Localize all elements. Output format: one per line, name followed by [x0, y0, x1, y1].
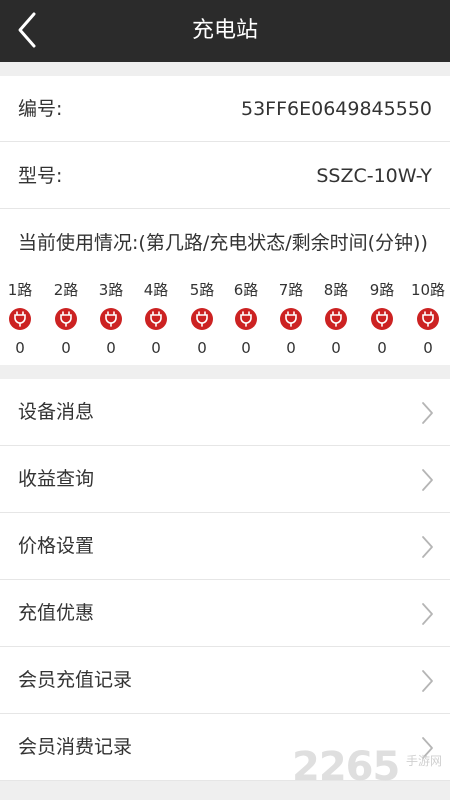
- port-name: 6路: [233, 281, 259, 299]
- port-name: 8路: [323, 281, 349, 299]
- serial-label: 编号:: [18, 98, 63, 120]
- menu-item-price-settings[interactable]: 价格设置: [0, 513, 450, 580]
- port-remaining-time: 0: [61, 339, 71, 357]
- power-plug-icon: [280, 308, 302, 330]
- port-name: 9路: [369, 281, 395, 299]
- port-item: 2路 0: [44, 278, 88, 359]
- port-name: 5路: [189, 281, 215, 299]
- chevron-right-icon: [422, 402, 433, 424]
- port-name: 4路: [143, 281, 169, 299]
- watermark-digits: 2265: [292, 744, 400, 790]
- port-remaining-time: 0: [106, 339, 116, 357]
- model-value: SSZC-10W-Y: [316, 165, 432, 187]
- port-item: 10路 0: [406, 278, 450, 359]
- port-item: 1路 0: [0, 278, 42, 359]
- port-item: 3路 0: [89, 278, 133, 359]
- serial-row: 编号: 53FF6E0649845550: [0, 76, 450, 142]
- power-plug-icon: [100, 308, 122, 330]
- menu-item-recharge-offers[interactable]: 充值优惠: [0, 580, 450, 647]
- menu-item-member-recharge-records[interactable]: 会员充值记录: [0, 647, 450, 714]
- power-plug-icon: [235, 308, 257, 330]
- port-item: 4路 0: [134, 278, 178, 359]
- port-remaining-time: 0: [423, 339, 433, 357]
- port-remaining-time: 0: [197, 339, 207, 357]
- menu-item-label: 收益查询: [18, 468, 95, 490]
- menu-item-device-messages[interactable]: 设备消息: [0, 379, 450, 446]
- port-remaining-time: 0: [241, 339, 251, 357]
- page-title: 充电站: [191, 18, 258, 43]
- port-item: 6路 0: [224, 278, 268, 359]
- menu-item-label: 会员消费记录: [18, 736, 133, 758]
- port-remaining-time: 0: [377, 339, 387, 357]
- power-plug-icon: [325, 308, 347, 330]
- top-bar: 充电站: [0, 0, 450, 62]
- watermark-logo: 2265 手游网: [292, 744, 442, 792]
- serial-value: 53FF6E0649845550: [240, 98, 432, 120]
- watermark-text: 手游网: [405, 754, 442, 768]
- port-name: 2路: [53, 281, 79, 299]
- chevron-right-icon: [422, 603, 433, 625]
- power-plug-icon: [191, 308, 213, 330]
- model-label: 型号:: [18, 165, 63, 187]
- port-name: 10路: [410, 281, 446, 299]
- usage-title: 当前使用情况:(第几路/充电状态/剩余时间(分钟)): [18, 232, 428, 254]
- menu-item-label: 设备消息: [18, 401, 95, 423]
- menu-item-label: 会员充值记录: [18, 669, 133, 691]
- chevron-right-icon: [422, 469, 433, 491]
- model-row: 型号: SSZC-10W-Y: [0, 143, 450, 209]
- menu-item-earnings-query[interactable]: 收益查询: [0, 446, 450, 513]
- port-item: 7路 0: [269, 278, 313, 359]
- port-remaining-time: 0: [15, 339, 25, 357]
- power-plug-icon: [9, 308, 31, 330]
- port-item: 5路 0: [180, 278, 224, 359]
- chevron-right-icon: [422, 670, 433, 692]
- port-item: 8路 0: [314, 278, 358, 359]
- port-item: 9路 0: [360, 278, 404, 359]
- chevron-right-icon: [422, 536, 433, 558]
- port-name: 1路: [7, 281, 33, 299]
- power-plug-icon: [371, 308, 393, 330]
- port-remaining-time: 0: [151, 339, 161, 357]
- menu-item-label: 价格设置: [18, 535, 95, 557]
- power-plug-icon: [417, 308, 439, 330]
- port-name: 3路: [98, 281, 124, 299]
- power-plug-icon: [55, 308, 77, 330]
- port-remaining-time: 0: [331, 339, 341, 357]
- port-name: 7路: [278, 281, 304, 299]
- port-remaining-time: 0: [286, 339, 296, 357]
- menu-item-label: 充值优惠: [18, 602, 95, 624]
- power-plug-icon: [145, 308, 167, 330]
